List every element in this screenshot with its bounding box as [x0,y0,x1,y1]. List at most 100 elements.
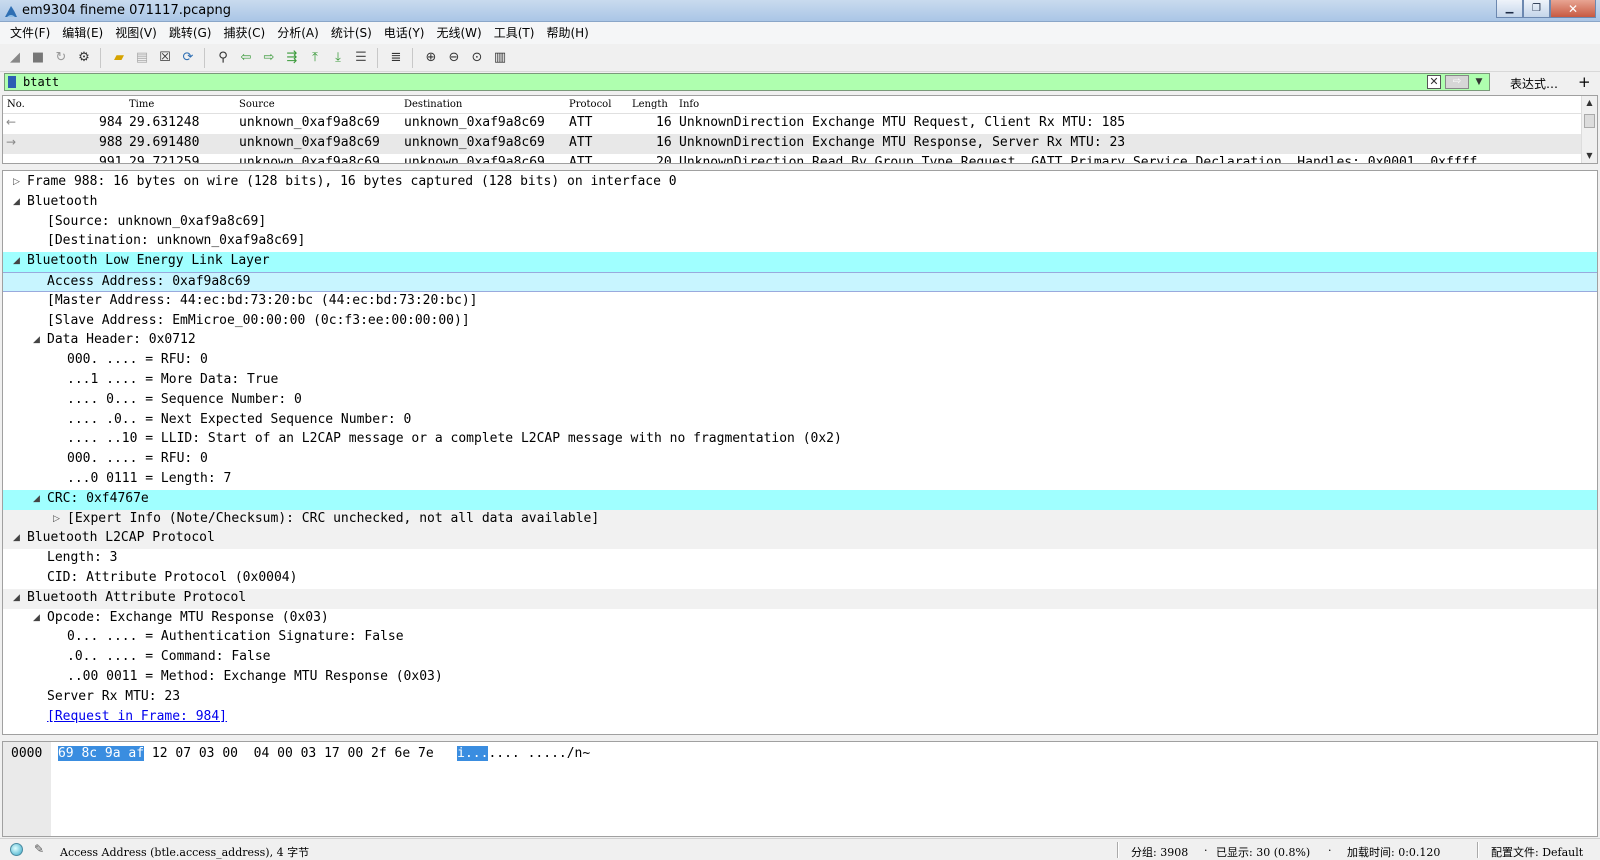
detail-row[interactable]: ◢ Bluetooth [3,193,1597,213]
close-file-icon[interactable]: ☒ [154,47,176,69]
menu-tools[interactable]: 工具(T) [488,23,541,43]
bytes-ascii[interactable]: .... ...../n~ [488,746,590,761]
bytes-hex-selected[interactable]: 69 8c 9a af [57,746,145,761]
menu-edit[interactable]: 编辑(E) [56,23,109,43]
apply-filter-icon[interactable]: ⇨ [1445,75,1469,89]
collapse-arrow-icon[interactable]: ◢ [33,613,40,623]
minimize-button[interactable]: ▁ [1496,0,1523,18]
column-protocol[interactable]: Protocol [569,99,611,110]
collapse-arrow-icon[interactable]: ◢ [33,494,40,504]
detail-row[interactable]: [Request in Frame: 984] [3,708,1597,728]
detail-row[interactable]: .... .0.. = Next Expected Sequence Numbe… [3,411,1597,431]
detail-row[interactable]: .... ..10 = LLID: Start of an L2CAP mess… [3,430,1597,450]
bookmark-icon[interactable] [8,76,16,88]
start-capture-icon[interactable]: ◢ [4,47,26,69]
detail-row[interactable]: [Slave Address: EmMicroe_00:00:00 (0c:f3… [3,312,1597,332]
menu-statistics[interactable]: 统计(S) [325,23,378,43]
capture-comment-icon[interactable]: ✎ [34,842,44,856]
detail-row[interactable]: ..00 0011 = Method: Exchange MTU Respons… [3,668,1597,688]
open-file-icon[interactable]: ▰ [108,47,130,69]
menu-telephony[interactable]: 电话(Y) [378,23,431,43]
detail-row[interactable]: [Master Address: 44:ec:bd:73:20:bc (44:e… [3,292,1597,312]
detail-row[interactable]: ◢ Bluetooth Low Energy Link Layer [3,252,1597,273]
packet-list-scrollbar[interactable]: ▲ ▼ [1581,96,1597,163]
bytes-line[interactable]: 0000 69 8c 9a af 12 07 03 00 04 00 03 17… [11,746,590,761]
go-forward-icon[interactable]: ⇨ [258,47,280,69]
expert-info-icon[interactable] [10,843,23,856]
detail-row[interactable]: 0... .... = Authentication Signature: Fa… [3,628,1597,648]
detail-row[interactable]: [Source: unknown_0xaf9a8c69] [3,213,1597,233]
autoscroll-icon[interactable]: ☰ [350,47,372,69]
column-time[interactable]: Time [129,99,154,110]
menu-go[interactable]: 跳转(G) [163,23,218,43]
request-frame-link[interactable]: [Request in Frame: 984] [47,709,227,724]
collapse-arrow-icon[interactable]: ◢ [33,335,40,345]
bytes-ascii-selected[interactable]: i... [457,746,489,761]
detail-row[interactable]: Access Address: 0xaf9a8c69 [3,272,1597,292]
bytes-hex[interactable]: 12 07 03 00 04 00 03 17 00 2f 6e 7e [144,746,434,761]
detail-row[interactable]: ◢ Bluetooth L2CAP Protocol [3,529,1597,550]
menu-help[interactable]: 帮助(H) [540,23,594,43]
scroll-down-icon[interactable]: ▼ [1582,149,1597,163]
menu-capture[interactable]: 捕获(C) [217,23,271,43]
scroll-thumb[interactable] [1584,114,1595,128]
chevron-down-icon[interactable]: ▼ [1472,75,1486,89]
column-info[interactable]: Info [679,99,699,110]
menu-view[interactable]: 视图(V) [109,23,163,43]
colorize-icon[interactable]: ≣ [385,47,407,69]
detail-row[interactable]: ◢ Opcode: Exchange MTU Response (0x03) [3,609,1597,629]
expand-arrow-icon[interactable]: ▷ [13,177,20,187]
go-to-packet-icon[interactable]: ⇶ [281,47,303,69]
go-back-icon[interactable]: ⇦ [235,47,257,69]
zoom-in-icon[interactable]: ⊕ [420,47,442,69]
zoom-out-icon[interactable]: ⊖ [443,47,465,69]
collapse-arrow-icon[interactable]: ◢ [13,533,20,543]
clear-filter-icon[interactable]: ✕ [1427,75,1441,89]
capture-options-icon[interactable]: ⚙ [73,47,95,69]
find-packet-icon[interactable]: ⚲ [212,47,234,69]
stop-capture-icon[interactable]: ■ [27,47,49,69]
first-packet-icon[interactable]: ⤒ [304,47,326,69]
display-filter-input[interactable] [23,74,1423,90]
add-filter-button[interactable]: + [1578,73,1591,91]
menu-analyze[interactable]: 分析(A) [271,23,325,43]
detail-row[interactable]: ...0 0111 = Length: 7 [3,470,1597,490]
detail-row[interactable]: ▷ Frame 988: 16 bytes on wire (128 bits),… [3,173,1597,193]
reload-file-icon[interactable]: ⟳ [177,47,199,69]
detail-row[interactable]: ◢ Data Header: 0x0712 [3,331,1597,351]
menu-file[interactable]: 文件(F) [4,23,56,43]
detail-row[interactable]: CID: Attribute Protocol (0x0004) [3,569,1597,589]
detail-row[interactable]: Length: 3 [3,549,1597,569]
detail-row[interactable]: 000. .... = RFU: 0 [3,450,1597,470]
save-file-icon[interactable]: ▤ [131,47,153,69]
normal-size-icon[interactable]: ⊙ [466,47,488,69]
packet-row[interactable]: 991 29.721259 unknown_0xaf9a8c69 unknown… [3,154,1581,163]
column-source[interactable]: Source [239,99,275,110]
detail-row[interactable]: [Destination: unknown_0xaf9a8c69] [3,232,1597,252]
column-length[interactable]: Length [632,99,668,110]
resize-columns-icon[interactable]: ▥ [489,47,511,69]
detail-row[interactable]: ▷ [Expert Info (Note/Checksum): CRC unche… [3,509,1597,530]
collapse-arrow-icon[interactable]: ◢ [13,256,20,266]
maximize-button[interactable]: ❐ [1523,0,1550,18]
detail-row[interactable]: .... 0... = Sequence Number: 0 [3,391,1597,411]
packet-row[interactable]: ← 984 29.631248 unknown_0xaf9a8c69 unkno… [3,114,1581,134]
expression-button[interactable]: 表达式… [1510,75,1558,92]
status-profile[interactable]: 配置文件: Default [1491,844,1583,860]
detail-row[interactable]: Server Rx MTU: 23 [3,688,1597,708]
detail-row[interactable]: ◢ CRC: 0xf4767e [3,489,1597,510]
column-destination[interactable]: Destination [404,99,462,110]
detail-row[interactable]: ...1 .... = More Data: True [3,371,1597,391]
packet-row-selected[interactable]: → 988 29.691480 unknown_0xaf9a8c69 unkno… [3,134,1581,154]
scroll-up-icon[interactable]: ▲ [1582,96,1597,110]
collapse-arrow-icon[interactable]: ◢ [13,197,20,207]
last-packet-icon[interactable]: ⤓ [327,47,349,69]
close-button[interactable]: ✕ [1550,0,1596,18]
expand-arrow-icon[interactable]: ▷ [53,514,60,524]
restart-capture-icon[interactable]: ↻ [50,47,72,69]
detail-row[interactable]: ◢ Bluetooth Attribute Protocol [3,588,1597,609]
detail-row[interactable]: 000. .... = RFU: 0 [3,351,1597,371]
column-no[interactable]: No. [7,99,25,110]
detail-row[interactable]: .0.. .... = Command: False [3,648,1597,668]
collapse-arrow-icon[interactable]: ◢ [13,593,20,603]
